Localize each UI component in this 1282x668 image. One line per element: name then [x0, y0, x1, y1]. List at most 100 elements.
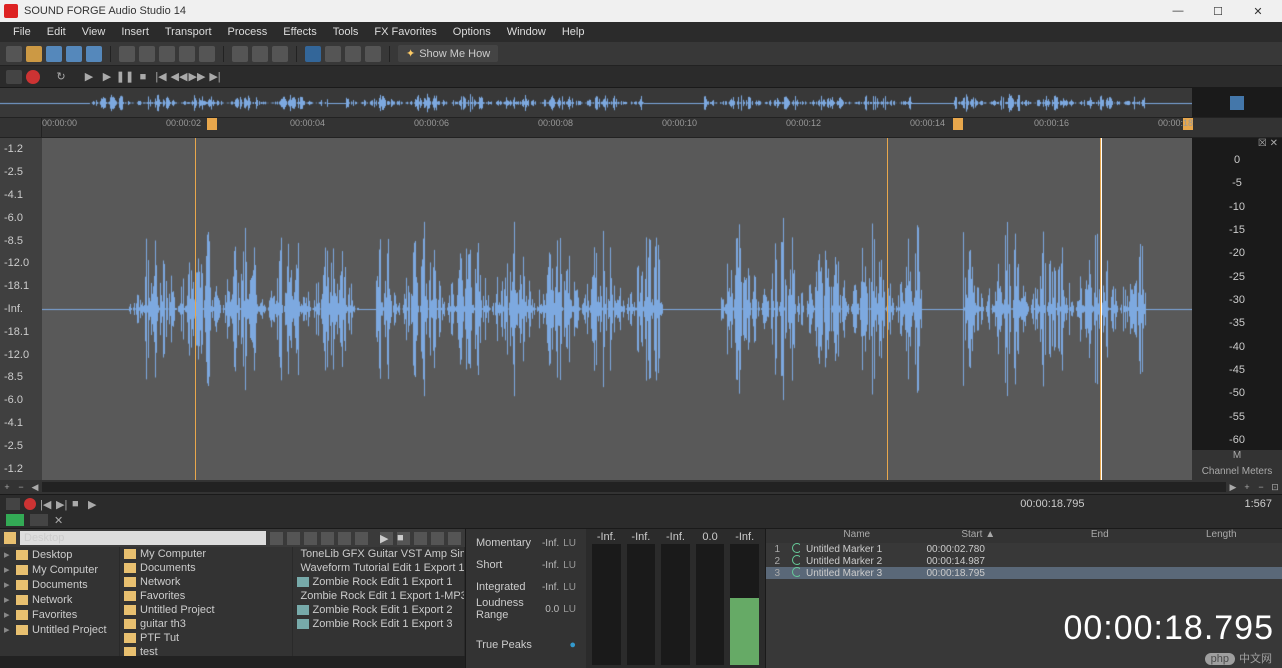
doc-tab-2[interactable]	[30, 514, 48, 526]
menu-transport[interactable]: Transport	[158, 24, 219, 40]
mini-goto-start-button[interactable]: |◀	[40, 498, 52, 510]
menu-help[interactable]: Help	[555, 24, 592, 40]
show-me-how-button[interactable]: ✦ Show Me How	[398, 45, 498, 62]
explorer-up-icon[interactable]	[270, 532, 283, 545]
copy-icon[interactable]	[139, 46, 155, 62]
menu-process[interactable]: Process	[221, 24, 275, 40]
rewind-button[interactable]: ◀◀	[172, 70, 186, 84]
playback-cursor[interactable]	[1101, 138, 1102, 480]
play-button[interactable]: ▶	[82, 70, 96, 84]
scrollbar-track[interactable]	[42, 482, 1226, 492]
explorer-play-icon[interactable]: ▶	[380, 532, 393, 545]
list-item[interactable]: ▸Network	[0, 592, 119, 607]
waveform-canvas[interactable]	[42, 138, 1192, 480]
marker-flag-2[interactable]	[953, 118, 963, 130]
zoom-in-time-icon[interactable]: +	[0, 480, 14, 494]
list-item[interactable]: Documents	[120, 561, 292, 575]
marker-row[interactable]: 3Untitled Marker 300:00:18.795	[766, 567, 1282, 579]
menu-options[interactable]: Options	[446, 24, 498, 40]
save-all-icon[interactable]	[86, 46, 102, 62]
timeline-ruler[interactable]: 00:00:0000:00:0200:00:0400:00:0600:00:08…	[0, 118, 1282, 138]
new-file-icon[interactable]	[6, 46, 22, 62]
marker-row[interactable]: 2Untitled Marker 200:00:14.987	[766, 555, 1282, 567]
explorer-region-icon[interactable]	[448, 532, 461, 545]
save-as-icon[interactable]	[66, 46, 82, 62]
edit-tool-icon[interactable]	[305, 46, 321, 62]
explorer-scrollbar[interactable]	[0, 656, 465, 668]
mini-stop-button[interactable]: ■	[72, 498, 84, 510]
stop-button[interactable]: ■	[136, 70, 150, 84]
cut-icon[interactable]	[119, 46, 135, 62]
list-item[interactable]: ▸Untitled Project	[0, 622, 119, 637]
explorer-delete-icon[interactable]	[304, 532, 317, 545]
mini-goto-end-button[interactable]: ▶|	[56, 498, 68, 510]
marker-flag-1[interactable]	[207, 118, 217, 130]
horizontal-scrollbar[interactable]: + − ◀ ▶ + − ⊡	[0, 480, 1282, 494]
menu-fx-favorites[interactable]: FX Favorites	[367, 24, 443, 40]
list-item[interactable]: guitar th3	[120, 617, 292, 631]
tab-close-icon[interactable]: ✕	[54, 514, 63, 527]
maximize-button[interactable]: ☐	[1198, 0, 1238, 22]
list-item[interactable]: My Computer	[120, 547, 292, 561]
list-item[interactable]: Zombie Rock Edit 1 Export 1	[293, 575, 465, 589]
menu-view[interactable]: View	[75, 24, 113, 40]
zoom-plus-icon[interactable]: +	[1240, 480, 1254, 494]
scroll-right-icon[interactable]: ▶	[1226, 480, 1240, 494]
list-item[interactable]: Zombie Rock Edit 1 Export 1-MP3	[293, 589, 465, 603]
mini-record-button[interactable]	[24, 498, 36, 510]
mini-play-button[interactable]: ▶	[88, 498, 100, 510]
pause-button[interactable]: ❚❚	[118, 70, 132, 84]
list-item[interactable]: Untitled Project	[120, 603, 292, 617]
menu-window[interactable]: Window	[500, 24, 553, 40]
menu-edit[interactable]: Edit	[40, 24, 73, 40]
menu-file[interactable]: File	[6, 24, 38, 40]
list-item[interactable]: ▸Favorites	[0, 607, 119, 622]
explorer-views-icon[interactable]	[355, 532, 368, 545]
list-item[interactable]: ▸Desktop	[0, 547, 119, 562]
open-file-icon[interactable]	[26, 46, 42, 62]
redo-icon[interactable]	[252, 46, 268, 62]
play-all-button[interactable]: ▶	[100, 70, 114, 84]
close-button[interactable]: ✕	[1238, 0, 1278, 22]
explorer-loop-icon[interactable]	[431, 532, 444, 545]
forward-button[interactable]: ▶▶	[190, 70, 204, 84]
list-item[interactable]: Favorites	[120, 589, 292, 603]
mini-loop-icon[interactable]	[6, 498, 20, 510]
list-item[interactable]: PTF Tut	[120, 631, 292, 645]
menu-effects[interactable]: Effects	[276, 24, 323, 40]
explorer-favorites-icon[interactable]	[338, 532, 351, 545]
list-item[interactable]: ▸Documents	[0, 577, 119, 592]
record-button[interactable]	[26, 70, 40, 84]
pencil-tool-icon[interactable]	[345, 46, 361, 62]
list-item[interactable]: Zombie Rock Edit 1 Export 2	[293, 603, 465, 617]
zoom-minus-icon[interactable]: −	[1254, 480, 1268, 494]
mix-icon[interactable]	[179, 46, 195, 62]
list-item[interactable]: ToneLib GFX Guitar VST Amp Simulator	[293, 547, 465, 561]
list-item[interactable]: Network	[120, 575, 292, 589]
zoom-fit-icon[interactable]: ⊡	[1268, 480, 1282, 494]
zoom-out-time-icon[interactable]: −	[14, 480, 28, 494]
current-timecode[interactable]: 00:00:18.795	[1010, 498, 1094, 510]
doc-tab-1[interactable]	[6, 514, 24, 526]
repeat-icon[interactable]	[272, 46, 288, 62]
menu-tools[interactable]: Tools	[326, 24, 366, 40]
explorer-folder-list[interactable]: My ComputerDocumentsNetworkFavoritesUnti…	[120, 547, 293, 656]
goto-start-button[interactable]: |◀	[154, 70, 168, 84]
list-item[interactable]: Waveform Tutorial Edit 1 Export 1	[293, 561, 465, 575]
list-item[interactable]: Zombie Rock Edit 1 Export 3	[293, 617, 465, 631]
marker-row[interactable]: 1Untitled Marker 100:00:02.780	[766, 543, 1282, 555]
explorer-path-input[interactable]: Desktop	[20, 531, 266, 545]
explorer-autoplay-icon[interactable]	[414, 532, 427, 545]
explorer-file-list[interactable]: ToneLib GFX Guitar VST Amp SimulatorWave…	[293, 547, 466, 656]
explorer-stop-icon[interactable]: ■	[397, 532, 410, 545]
scroll-left-icon[interactable]: ◀	[28, 480, 42, 494]
minimize-button[interactable]: —	[1158, 0, 1198, 22]
explorer-new-folder-icon[interactable]	[321, 532, 334, 545]
undo-icon[interactable]	[232, 46, 248, 62]
loop-icon[interactable]	[6, 70, 22, 84]
paste-icon[interactable]	[159, 46, 175, 62]
zoom-ratio[interactable]: 1:567	[1234, 498, 1282, 510]
meters-close-icon[interactable]: ☒ ✕	[1192, 138, 1282, 150]
markers-header[interactable]: NameStart ▲EndLength	[766, 529, 1282, 543]
overview-waveform[interactable]	[0, 88, 1282, 118]
